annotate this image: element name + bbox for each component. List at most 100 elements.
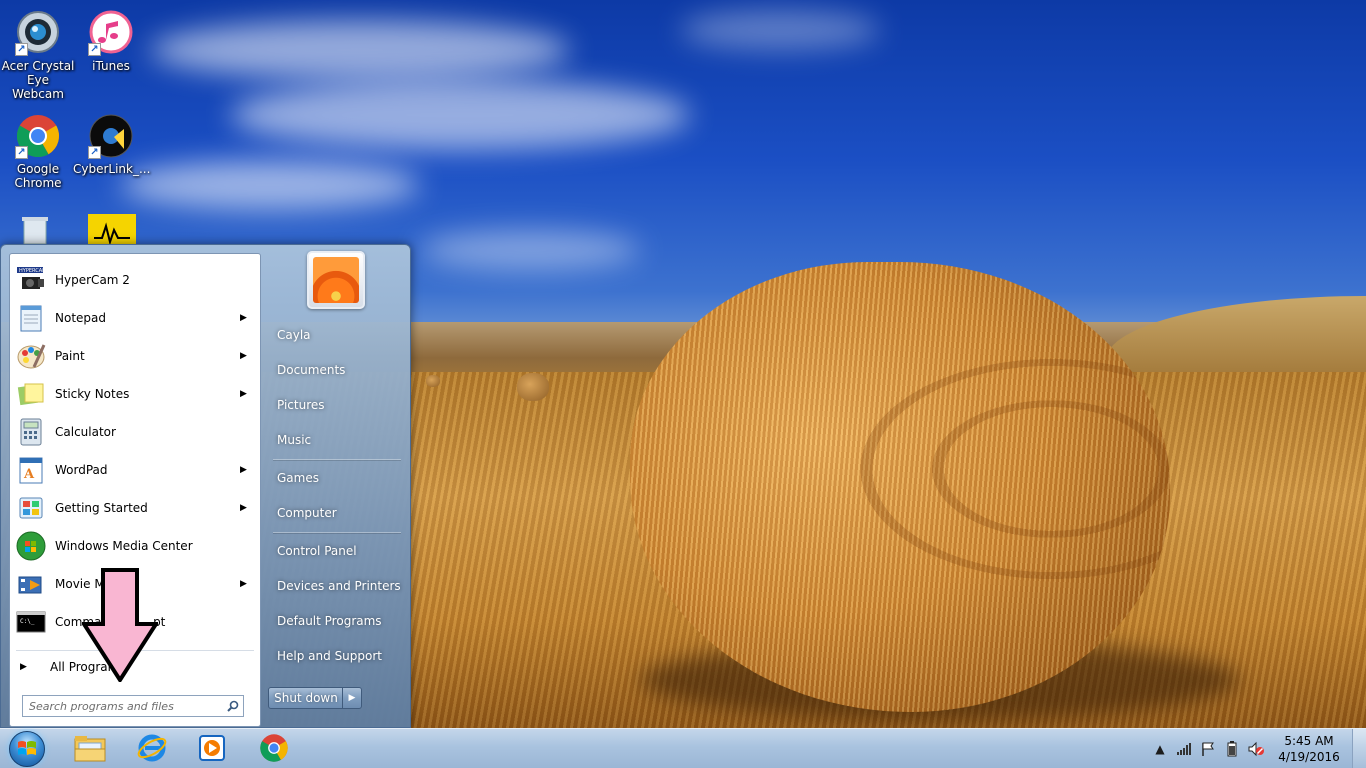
- link-label: Pictures: [277, 398, 325, 412]
- taskbar-explorer-button[interactable]: [62, 731, 118, 767]
- calculator-icon: [15, 416, 47, 448]
- program-paint[interactable]: Paint ▶: [12, 338, 258, 374]
- link-label: Cayla: [277, 328, 311, 342]
- program-label: Paint: [55, 349, 85, 363]
- desktop-icon-label: Google: [16, 162, 60, 176]
- submenu-arrow-icon[interactable]: ▶: [240, 579, 250, 589]
- getting-started-icon: [15, 492, 47, 524]
- link-music[interactable]: Music: [269, 425, 407, 455]
- movie-maker-icon: [15, 568, 47, 600]
- itunes-icon: ↗: [88, 10, 134, 56]
- link-default-programs[interactable]: Default Programs: [269, 606, 407, 636]
- program-notepad[interactable]: Notepad ▶: [12, 300, 258, 336]
- submenu-arrow-icon[interactable]: ▶: [240, 351, 250, 361]
- chevron-right-icon: ▶: [20, 662, 27, 672]
- desktop-icon-label: Acer Crystal: [1, 59, 75, 73]
- program-windows-media-center[interactable]: Windows Media Center: [12, 528, 258, 564]
- submenu-arrow-icon[interactable]: ▶: [240, 503, 250, 513]
- action-center-flag-icon[interactable]: [1198, 739, 1218, 759]
- paint-icon: [15, 340, 47, 372]
- program-calculator[interactable]: Calculator: [12, 414, 258, 450]
- cloud: [150, 20, 570, 80]
- link-help-and-support[interactable]: Help and Support: [269, 641, 407, 671]
- link-games[interactable]: Games: [269, 463, 407, 493]
- desktop-icon-label: Eye Webcam: [12, 73, 64, 101]
- volume-muted-icon[interactable]: [1246, 739, 1266, 759]
- link-label: Devices and Printers: [277, 579, 401, 593]
- show-hidden-icons-icon[interactable]: ▲: [1150, 739, 1170, 759]
- submenu-arrow-icon[interactable]: ▶: [240, 313, 250, 323]
- search-input[interactable]: [23, 697, 223, 715]
- search-box[interactable]: [22, 695, 244, 717]
- shutdown-label: Shut down: [274, 691, 338, 705]
- link-label: Control Panel: [277, 544, 357, 558]
- svg-text:HYPERCAM: HYPERCAM: [19, 268, 46, 274]
- desktop-icon-label: CyberLink_...: [73, 162, 151, 176]
- start-button[interactable]: [4, 730, 50, 768]
- media-center-icon: [15, 530, 47, 562]
- link-pictures[interactable]: Pictures: [269, 390, 407, 420]
- link-documents[interactable]: Documents: [269, 355, 407, 385]
- program-wordpad[interactable]: A WordPad ▶: [12, 452, 258, 488]
- clock[interactable]: 5:45 AM 4/19/2016: [1272, 733, 1346, 765]
- chrome-icon: ↗: [15, 113, 61, 159]
- submenu-arrow-icon[interactable]: ▶: [240, 465, 250, 475]
- link-devices-and-printers[interactable]: Devices and Printers: [269, 571, 407, 601]
- desktop-icon-cyberlink[interactable]: ↗ CyberLink_...: [73, 113, 151, 176]
- program-getting-started[interactable]: Getting Started ▶: [12, 490, 258, 526]
- desktop-icon-itunes[interactable]: ↗ iTunes: [73, 10, 149, 73]
- program-label: Getting Started: [55, 501, 148, 515]
- webcam-icon: ↗: [15, 10, 61, 56]
- taskbar-internet-explorer-button[interactable]: [124, 731, 180, 767]
- battery-icon[interactable]: [1222, 739, 1242, 759]
- hill-right: [1106, 296, 1366, 376]
- link-label: Documents: [277, 363, 346, 377]
- svg-text:C:\_: C:\_: [20, 618, 35, 625]
- program-hypercam[interactable]: HYPERCAM HyperCam 2: [12, 262, 258, 298]
- link-label: Computer: [277, 506, 337, 520]
- network-signal-icon[interactable]: [1174, 739, 1194, 759]
- program-label: Calculator: [55, 425, 116, 439]
- audio-app-icon[interactable]: [88, 214, 136, 246]
- program-label: Notepad: [55, 311, 106, 325]
- clock-time: 5:45 AM: [1284, 734, 1334, 748]
- desktop-icon-chrome[interactable]: ↗ Google Chrome: [0, 113, 76, 190]
- system-tray: ▲ 5:45 AM 4/19/2016: [1148, 729, 1366, 768]
- shutdown-button[interactable]: Shut down: [268, 687, 344, 709]
- wordpad-icon: A: [15, 454, 47, 486]
- search-icon[interactable]: [223, 696, 243, 716]
- taskbar: ▲ 5:45 AM 4/19/2016: [0, 728, 1366, 768]
- taskbar-chrome-button[interactable]: [246, 731, 302, 767]
- cloud: [120, 160, 420, 210]
- desktop-icon-label: iTunes: [92, 59, 130, 73]
- show-desktop-button[interactable]: [1352, 729, 1366, 768]
- sticky-notes-icon: [15, 378, 47, 410]
- explorer-icon: [73, 733, 107, 766]
- divider: [273, 532, 401, 533]
- program-label: WordPad: [55, 463, 108, 477]
- shutdown-options-button[interactable]: ▶: [342, 687, 362, 709]
- program-sticky-notes[interactable]: Sticky Notes ▶: [12, 376, 258, 412]
- user-account-picture[interactable]: [307, 251, 365, 309]
- submenu-arrow-icon[interactable]: ▶: [240, 389, 250, 399]
- media-player-icon: [197, 733, 227, 766]
- taskbar-media-player-button[interactable]: [184, 731, 240, 767]
- program-label: Windows Media Center: [55, 539, 193, 553]
- program-label: Sticky Notes: [55, 387, 130, 401]
- windows-logo-icon: [9, 731, 45, 767]
- hypercam-icon: HYPERCAM: [15, 264, 47, 296]
- divider: [273, 459, 401, 460]
- chevron-right-icon: ▶: [348, 693, 356, 703]
- desktop-icon-webcam[interactable]: ↗ Acer Crystal Eye Webcam: [0, 10, 76, 101]
- link-label: Music: [277, 433, 312, 447]
- link-label: Games: [277, 471, 319, 485]
- desktop-icon-label: Chrome: [14, 176, 62, 190]
- svg-text:A: A: [23, 467, 35, 482]
- recycle-bin-icon[interactable]: [18, 216, 52, 245]
- notepad-icon: [15, 302, 47, 334]
- link-label: Help and Support: [277, 649, 382, 663]
- link-control-panel[interactable]: Control Panel: [269, 536, 407, 566]
- link-computer[interactable]: Computer: [269, 498, 407, 528]
- flower-picture: [313, 257, 359, 303]
- link-user-folder[interactable]: Cayla: [269, 320, 407, 350]
